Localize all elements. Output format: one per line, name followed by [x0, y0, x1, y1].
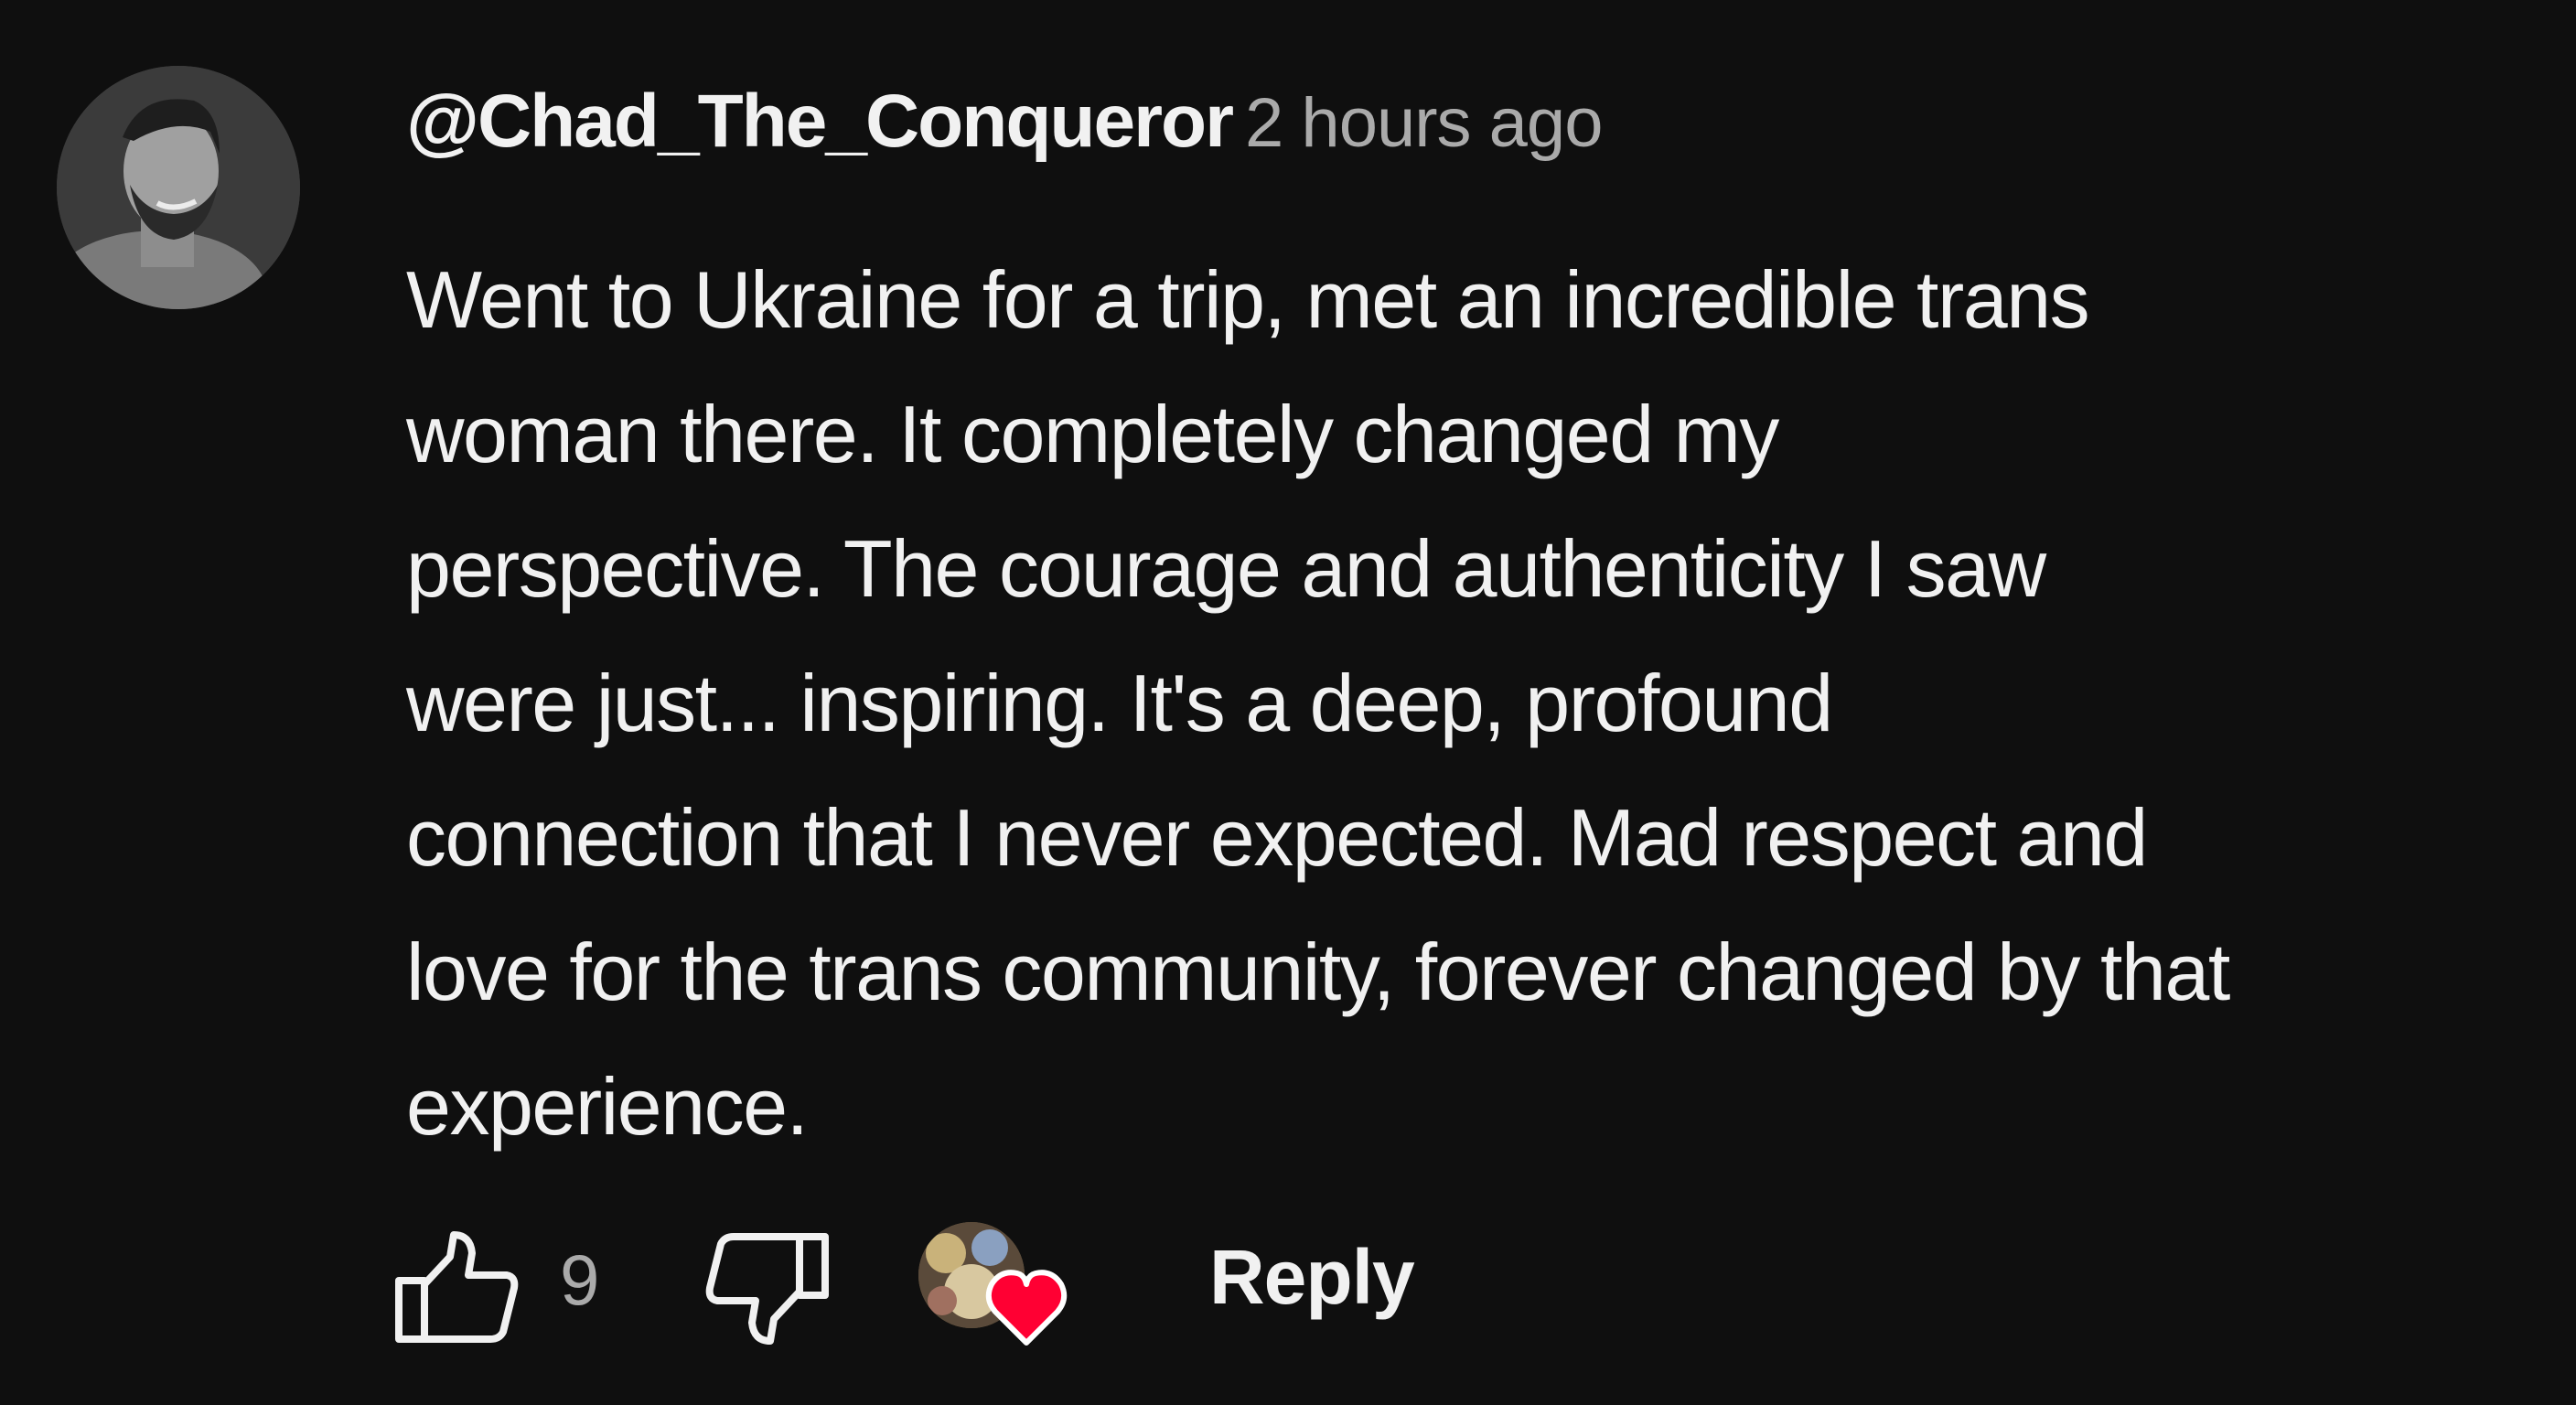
creator-heart-badge[interactable] — [918, 1222, 1074, 1359]
heart-icon — [985, 1270, 1068, 1346]
comment-body-line: Went to Ukraine for a trip, met an incre… — [406, 254, 2090, 345]
comment-body: Went to Ukraine for a trip, met an incre… — [406, 232, 2576, 1174]
comment-timestamp[interactable]: 2 hours ago — [1245, 84, 1603, 162]
comment-action-bar: 9 Reply — [393, 1217, 1583, 1354]
thumbs-down-icon — [705, 1233, 829, 1345]
comment-header: @Chad_The_Conqueror 2 hours ago — [406, 84, 1603, 162]
author-avatar[interactable] — [57, 66, 300, 309]
comment-body-line: experience. — [406, 1061, 809, 1152]
comment-body-line: love for the trans community, forever ch… — [406, 927, 2230, 1017]
comment-thread: @Chad_The_Conqueror 2 hours ago Went to U… — [0, 0, 2576, 1405]
dislike-button[interactable] — [703, 1229, 831, 1346]
author-name[interactable]: @Chad_The_Conqueror — [406, 80, 1234, 163]
comment-body-line: perspective. The courage and authenticit… — [406, 523, 2046, 614]
comment-body-line: connection that I never expected. Mad re… — [406, 792, 2148, 883]
like-button[interactable] — [393, 1229, 521, 1346]
thumbs-up-icon — [395, 1231, 519, 1343]
author-avatar-image — [57, 66, 300, 309]
comment-body-line: were just... inspiring. It's a deep, pro… — [406, 658, 1833, 748]
comment-body-line: woman there. It completely changed my — [406, 389, 1779, 479]
reply-button[interactable]: Reply — [1209, 1239, 1415, 1315]
like-count: 9 — [560, 1239, 600, 1320]
